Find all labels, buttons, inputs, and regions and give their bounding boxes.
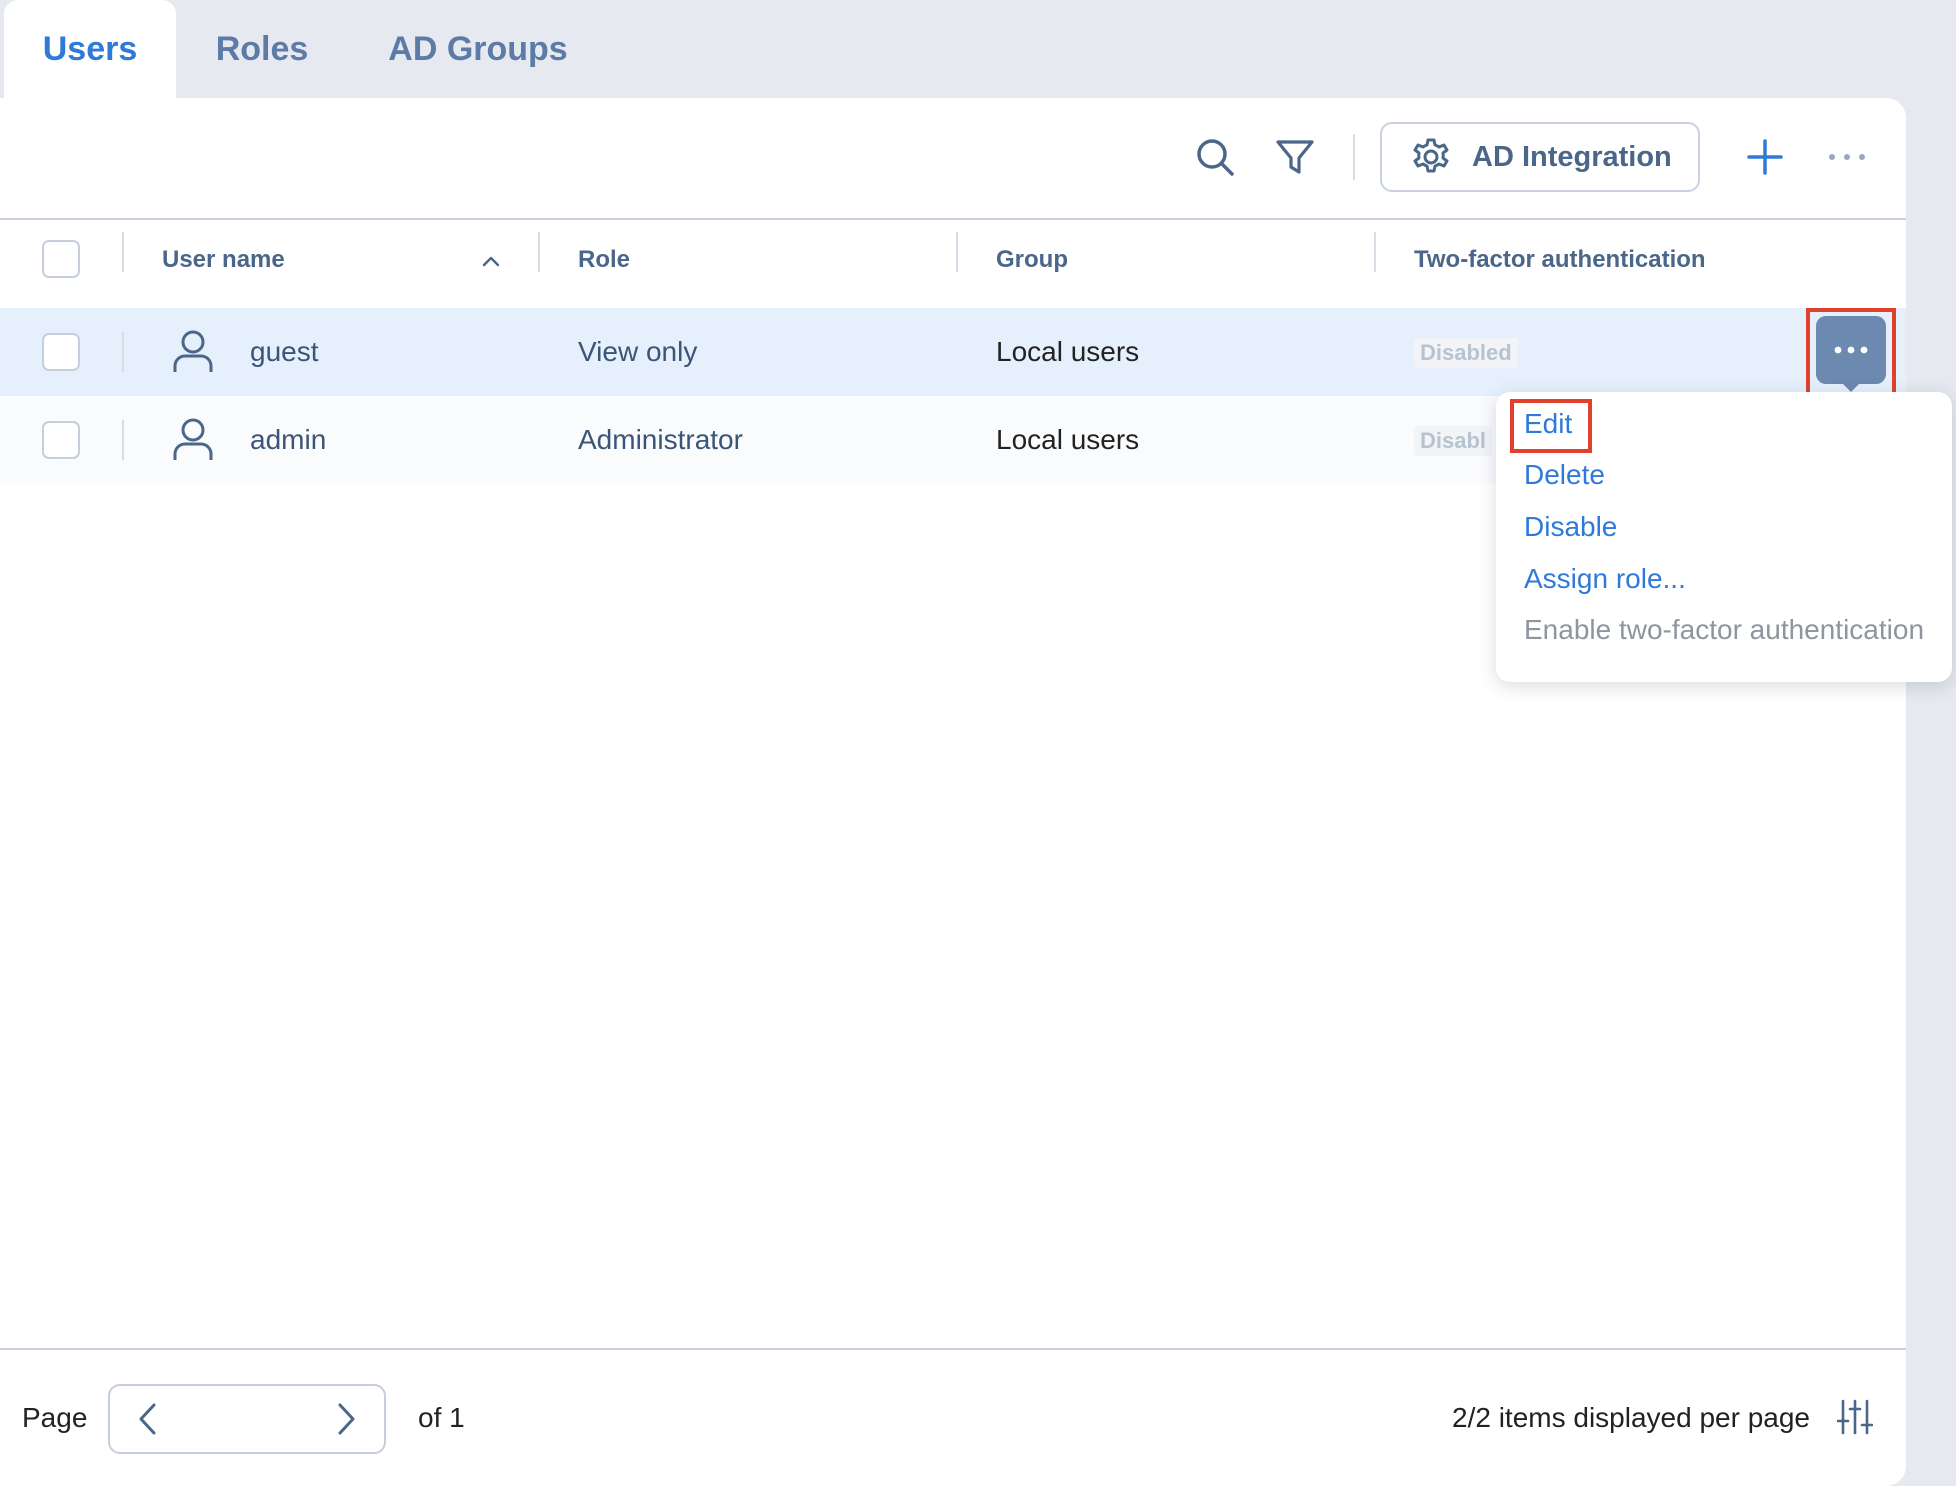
column-header-role[interactable]: Role — [578, 246, 630, 274]
sort-ascending-icon[interactable] — [476, 246, 506, 276]
filter-icon[interactable] — [1270, 132, 1320, 182]
tab-ad-groups[interactable]: AD Groups — [370, 0, 586, 98]
toolbar-divider-line — [0, 218, 1906, 220]
gear-icon — [1410, 136, 1452, 178]
row-checkbox[interactable] — [42, 333, 80, 371]
user-icon — [170, 328, 216, 379]
two-factor-status-badge: Disabled — [1414, 338, 1518, 368]
column-header-group[interactable]: Group — [996, 246, 1068, 274]
chevron-right-icon[interactable] — [324, 1396, 370, 1442]
footer-divider — [0, 1348, 1906, 1350]
row-separator — [122, 420, 124, 460]
row-actions-menu: Edit Delete Disable Assign role... Enabl… — [1496, 392, 1952, 682]
column-header-user-name[interactable]: User name — [162, 246, 285, 274]
tab-users[interactable]: Users — [4, 0, 176, 98]
chevron-left-icon[interactable] — [124, 1396, 170, 1442]
row-separator — [122, 332, 124, 372]
items-per-page-label: 2/2 items displayed per page — [1452, 1402, 1810, 1433]
settings-sliders-icon[interactable] — [1830, 1392, 1880, 1442]
user-group: Local users — [996, 336, 1140, 367]
ad-integration-button[interactable]: AD Integration — [1380, 122, 1700, 192]
table-row[interactable]: guest View only Local users Disabled — [0, 308, 1906, 396]
column-header-two-factor[interactable]: Two-factor authentication — [1414, 246, 1706, 274]
toolbar-divider — [1353, 134, 1355, 180]
menu-item-disable[interactable]: Disable — [1524, 511, 1617, 543]
user-role: Administrator — [578, 424, 743, 455]
page-label: Page — [22, 1402, 88, 1433]
search-icon[interactable] — [1190, 132, 1240, 182]
highlight-edit — [1510, 399, 1592, 453]
plus-icon[interactable] — [1740, 132, 1790, 182]
user-name: admin — [250, 424, 327, 455]
page-count-label: of 1 — [418, 1402, 465, 1433]
column-separator — [956, 232, 958, 272]
column-separator — [122, 232, 124, 272]
page-navigator — [108, 1384, 386, 1454]
two-factor-status-badge: Disabl — [1414, 426, 1493, 456]
menu-item-assign-role[interactable]: Assign role... — [1524, 563, 1686, 595]
tab-roles[interactable]: Roles — [190, 0, 334, 98]
menu-item-delete[interactable]: Delete — [1524, 459, 1605, 491]
highlight-actions-button — [1806, 308, 1896, 396]
ad-integration-label: AD Integration — [1472, 140, 1672, 173]
row-checkbox[interactable] — [42, 421, 80, 459]
more-horizontal-icon[interactable] — [1822, 132, 1872, 182]
menu-item-enable-two-factor: Enable two-factor authentication — [1524, 614, 1925, 645]
users-panel: AD Integration User name Role Group Two-… — [0, 98, 1906, 1486]
user-name: guest — [250, 336, 319, 367]
select-all-checkbox[interactable] — [42, 240, 80, 278]
user-group: Local users — [996, 424, 1140, 455]
user-role: View only — [578, 336, 698, 367]
user-icon — [170, 416, 216, 467]
column-separator — [1374, 232, 1376, 272]
column-separator — [538, 232, 540, 272]
